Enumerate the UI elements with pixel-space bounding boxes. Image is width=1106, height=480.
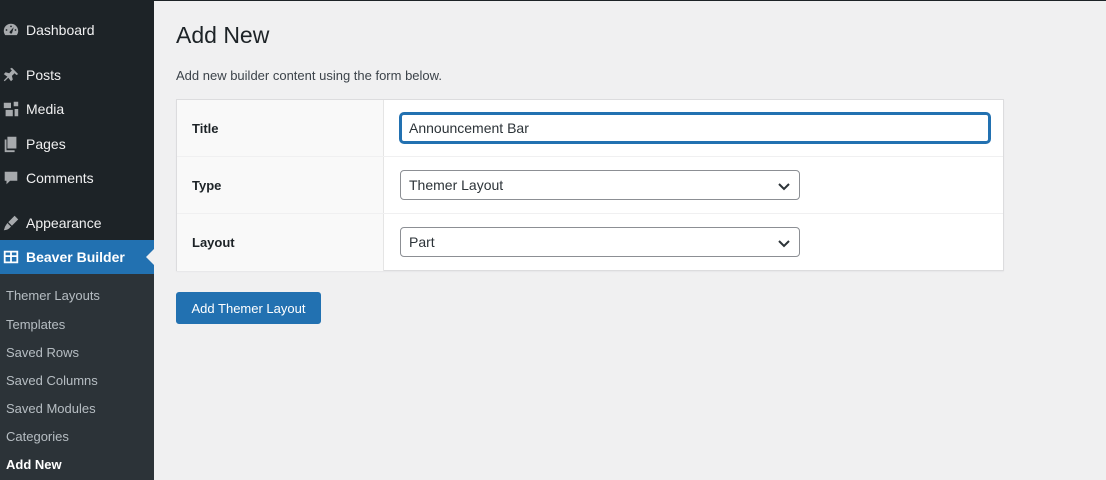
sidebar-item-label: Beaver Builder — [26, 249, 125, 265]
title-input[interactable] — [400, 113, 990, 143]
submenu-item-saved-columns[interactable]: Saved Columns — [6, 373, 98, 388]
sidebar-item-label: Appearance — [26, 215, 102, 231]
sidebar-item-media[interactable]: Media — [0, 92, 154, 126]
submenu-item-themer-layouts[interactable]: Themer Layouts — [6, 288, 100, 303]
type-label: Type — [177, 157, 384, 213]
submenu-item-categories[interactable]: Categories — [6, 429, 69, 444]
add-themer-layout-button[interactable]: Add Themer Layout — [176, 292, 321, 324]
submenu-item-add-new[interactable]: Add New — [6, 457, 62, 472]
title-label: Title — [177, 100, 384, 156]
sidebar-item-label: Pages — [26, 136, 66, 152]
layout-select[interactable]: Part — [400, 227, 800, 257]
pages-icon — [0, 135, 26, 153]
chevron-down-icon — [777, 179, 791, 193]
sidebar-item-label: Posts — [26, 67, 62, 83]
dashboard-icon — [0, 21, 26, 39]
sidebar-item-label: Comments — [26, 170, 94, 186]
sidebar-submenu: Themer Layouts Templates Saved Rows Save… — [0, 274, 154, 480]
add-new-form: Title Type Themer Layout Layout Part — [176, 99, 1004, 271]
chevron-down-icon — [777, 236, 791, 250]
sidebar-item-appearance[interactable]: Appearance — [0, 206, 154, 240]
current-menu-arrow — [146, 249, 154, 265]
form-row-title: Title — [177, 100, 1003, 157]
admin-bar-edge — [0, 0, 1106, 1]
page-title: Add New — [176, 22, 270, 48]
sidebar-item-label: Dashboard — [26, 22, 95, 38]
form-row-type: Type Themer Layout — [177, 157, 1003, 214]
comment-icon — [0, 169, 26, 187]
type-select[interactable]: Themer Layout — [400, 170, 800, 200]
submenu-item-templates[interactable]: Templates — [6, 317, 65, 332]
sidebar-item-dashboard[interactable]: Dashboard — [0, 13, 154, 47]
layout-label: Layout — [177, 214, 384, 271]
sidebar-item-label: Media — [26, 101, 65, 117]
submenu-item-saved-modules[interactable]: Saved Modules — [6, 401, 96, 416]
type-select-value: Themer Layout — [409, 177, 504, 193]
pin-icon — [0, 66, 26, 84]
sidebar-item-comments[interactable]: Comments — [0, 161, 154, 195]
sidebar-item-pages[interactable]: Pages — [0, 127, 154, 161]
sidebar-item-beaver-builder[interactable]: Beaver Builder — [0, 240, 154, 274]
page-description: Add new builder content using the form b… — [176, 68, 442, 83]
submenu-item-saved-rows[interactable]: Saved Rows — [6, 345, 79, 360]
grid-icon — [0, 248, 26, 266]
media-icon — [0, 100, 26, 118]
admin-sidebar: Dashboard Posts Media Pages Comments App… — [0, 0, 154, 480]
sidebar-item-posts[interactable]: Posts — [0, 58, 154, 92]
form-row-layout: Layout Part — [177, 214, 1003, 271]
brush-icon — [0, 214, 26, 232]
layout-select-value: Part — [409, 234, 435, 250]
